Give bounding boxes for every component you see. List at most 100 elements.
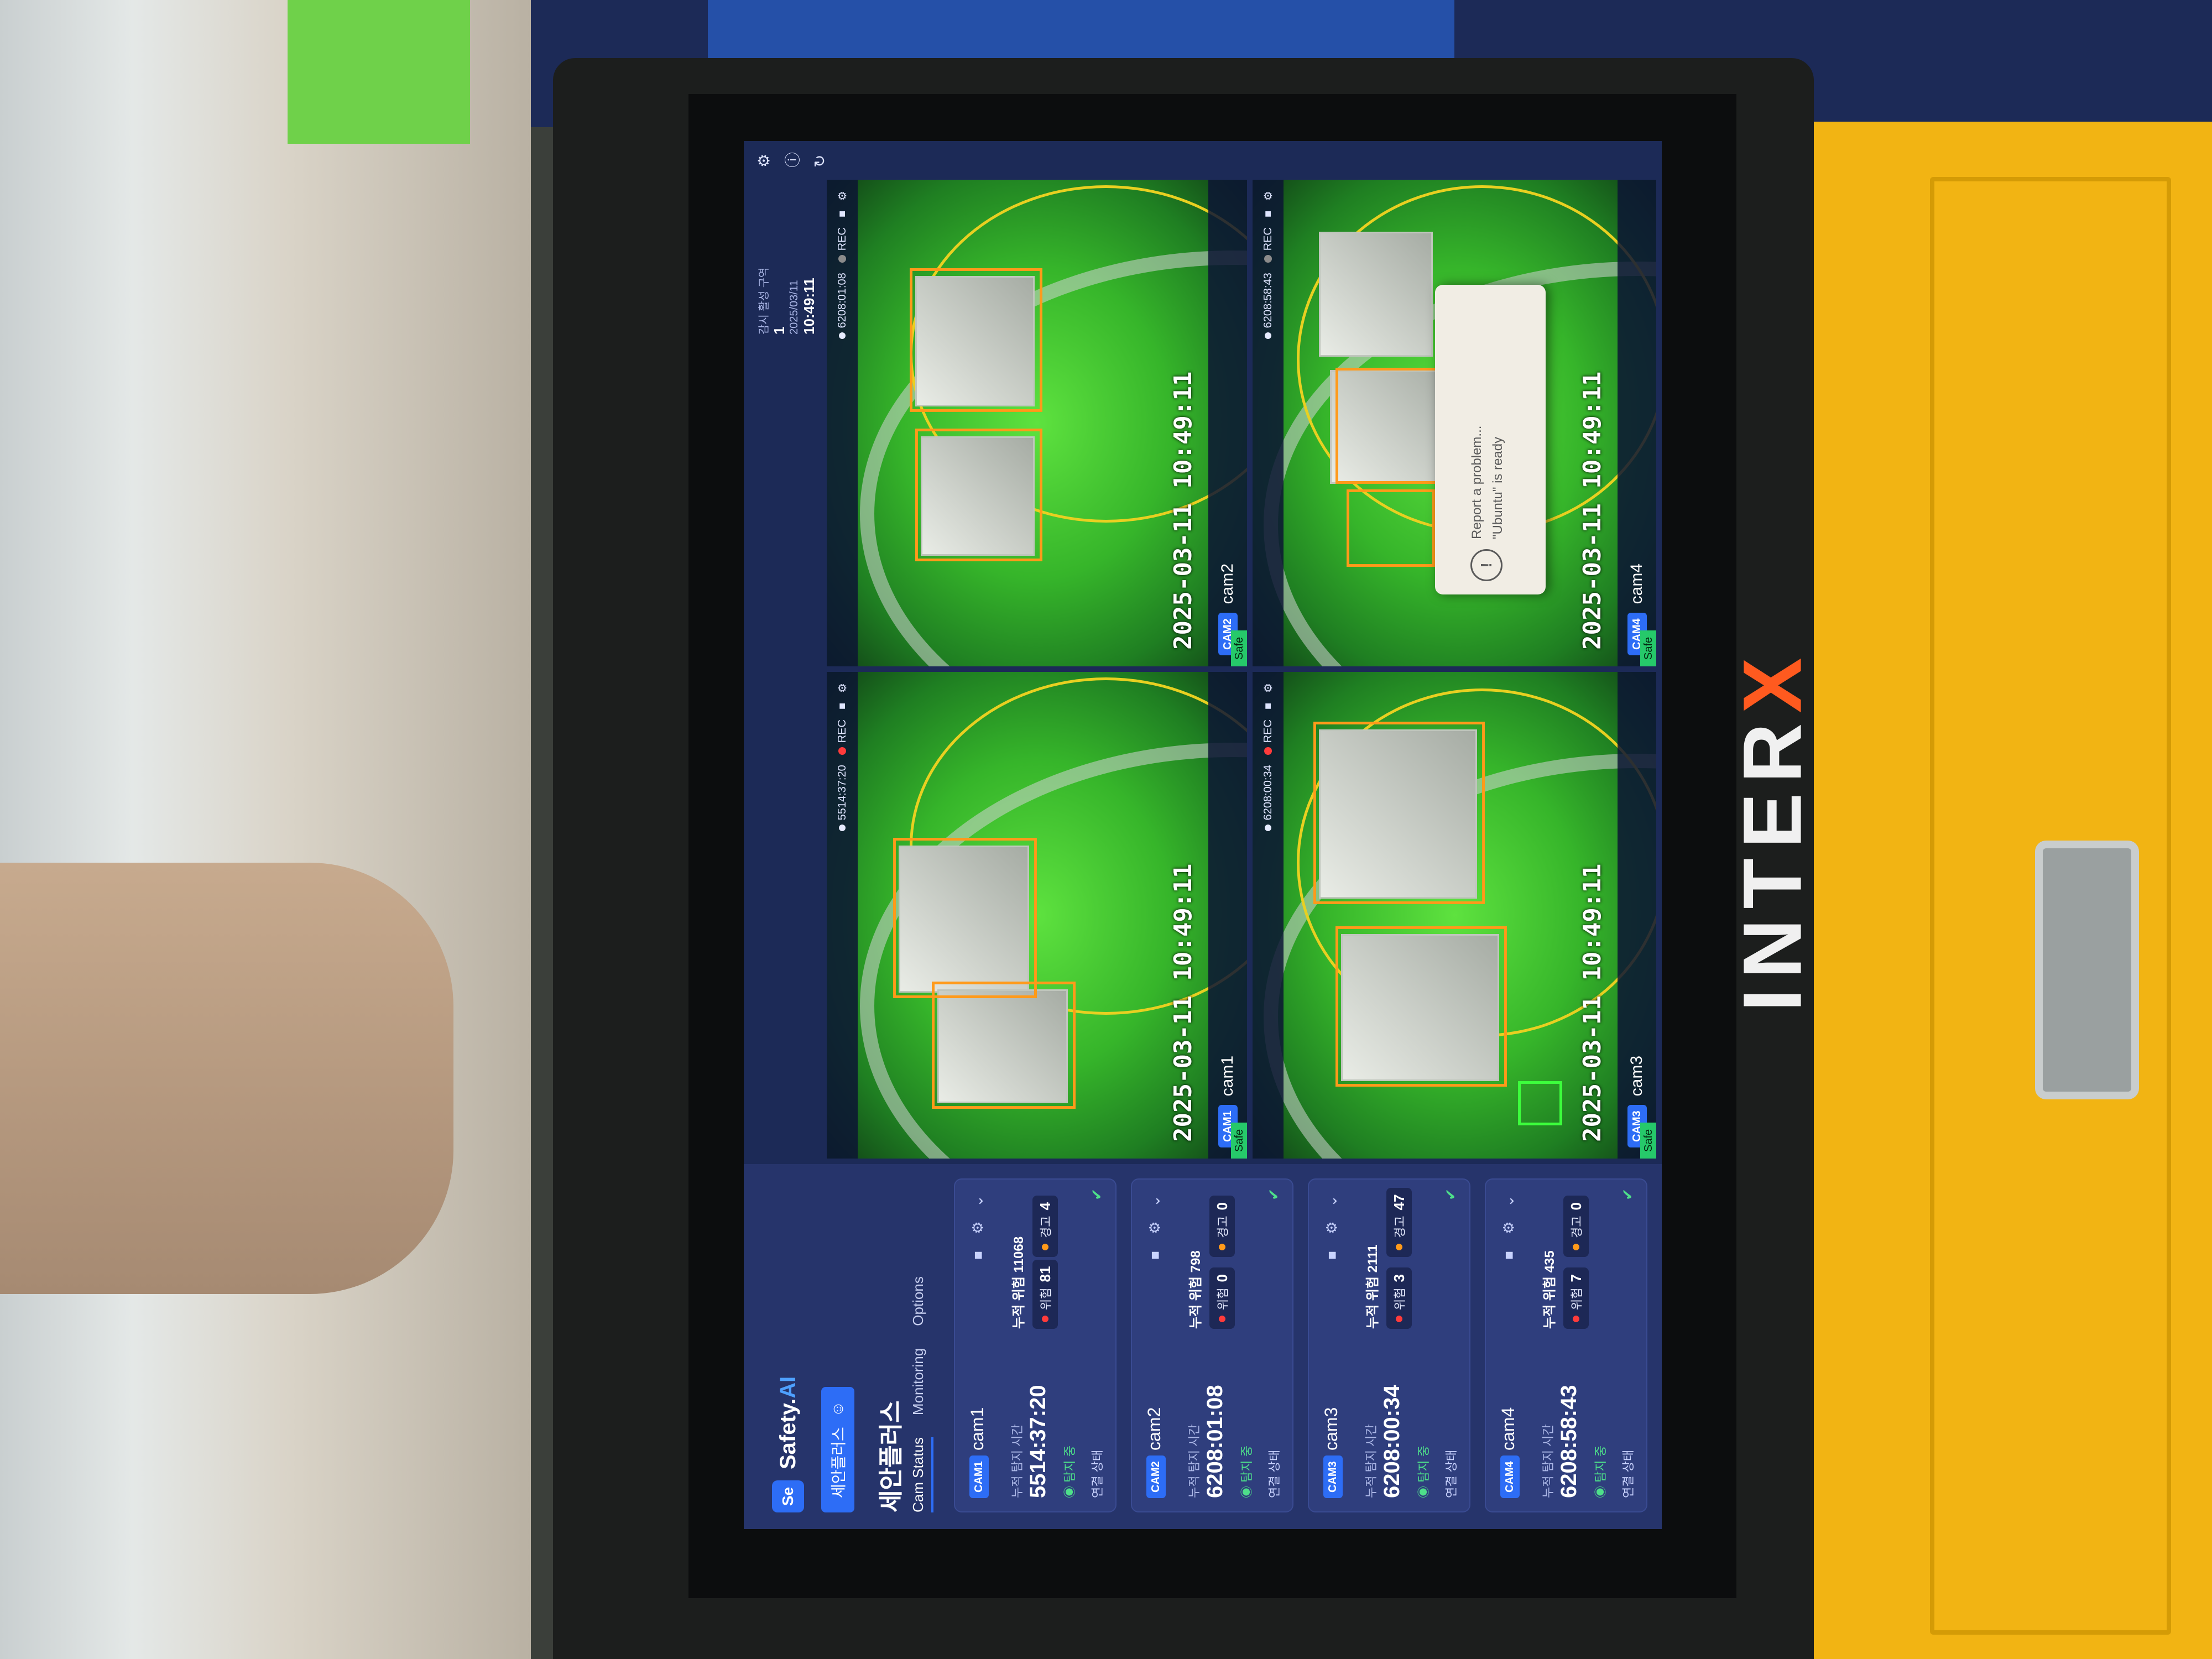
gear-icon[interactable]: ⚙ — [836, 683, 849, 693]
detection-time-label: 누적 탐지 시간 — [1541, 1424, 1555, 1498]
tab-monitoring[interactable]: Monitoring — [910, 1348, 933, 1415]
warning-count: 경고 0 — [1209, 1196, 1235, 1257]
detection-box — [1335, 926, 1507, 1087]
camera-name: cam1 — [1218, 1055, 1237, 1097]
help-icon[interactable]: ⓘ — [781, 152, 803, 168]
folder-icon[interactable]: ■ — [1262, 211, 1275, 217]
danger-count: 위험 81 — [1032, 1259, 1058, 1329]
sidebar: Se Safety.AI 세안플러스 ☺ 세안플러스 Cam Status Mo… — [744, 1164, 1662, 1529]
video-feed-cam3[interactable]: 6208:00:34 REC ■ ⚙ 2025-03-11 10:49:11 C… — [1253, 672, 1656, 1159]
rec-indicator: REC — [1262, 227, 1275, 263]
detection-box — [915, 429, 1042, 561]
background-green-panel — [288, 0, 470, 144]
warning-count: 경고 47 — [1386, 1187, 1412, 1257]
safe-status-badge: Safe — [1231, 1122, 1247, 1159]
detection-status: ◉ 탐지 중 — [1063, 1446, 1077, 1498]
gear-icon[interactable]: ⚙ — [1322, 1218, 1341, 1237]
detection-time-label: 누적 탐지 시간 — [1187, 1424, 1201, 1498]
warning-count: 경고 0 — [1563, 1196, 1589, 1257]
app-name: Safety.AI — [775, 1376, 800, 1469]
cumulative-risk: 누적 위험 435 — [1542, 1250, 1557, 1329]
monitor-brand-logo: INTERX — [1725, 647, 1819, 1012]
camera-name: cam4 — [1627, 563, 1646, 604]
camera-tag: CAM1 — [969, 1455, 989, 1498]
user-icon: ☺ — [829, 1401, 846, 1417]
gear-icon[interactable]: ⚙ — [1261, 683, 1275, 693]
app-window: Se Safety.AI 세안플러스 ☺ 세안플러스 Cam Status Mo… — [744, 141, 1662, 1529]
camera-tag: CAM4 — [1500, 1455, 1520, 1498]
camera-tag: CAM3 — [1323, 1455, 1343, 1498]
detection-time: 5514:37:20 — [1026, 1385, 1050, 1498]
gear-icon[interactable]: ⚙ — [1145, 1218, 1164, 1237]
gear-icon[interactable]: ⚙ — [836, 191, 849, 201]
check-icon: ✔ — [1619, 1188, 1636, 1201]
cumulative-risk: 누적 위험 11068 — [1011, 1236, 1026, 1329]
video-timer: 6208:00:34 — [1262, 765, 1275, 832]
tab-options[interactable]: Options — [910, 1276, 933, 1326]
camera-name: cam2 — [1218, 563, 1237, 604]
camera-card[interactable]: CAM1 cam1 ■ ⚙ ⌄ 누적 탐지 시간 5514:37:20 ◉ 탐지… — [954, 1178, 1117, 1512]
folder-icon[interactable]: ■ — [1145, 1246, 1164, 1265]
notification-line-1[interactable]: Report a problem... — [1469, 426, 1485, 539]
rec-indicator: REC — [836, 719, 849, 755]
gear-icon[interactable]: ⚙ — [1261, 191, 1275, 201]
camera-card[interactable]: CAM4 cam4 ■ ⚙ ⌄ 누적 탐지 시간 6208:58:43 ◉ 탐지… — [1485, 1178, 1647, 1512]
folder-icon[interactable]: ■ — [1322, 1246, 1341, 1265]
video-timer: 6208:01:08 — [836, 273, 849, 340]
detection-box — [932, 982, 1076, 1109]
detection-time-label: 누적 탐지 시간 — [1010, 1424, 1024, 1498]
detection-status: ◉ 탐지 중 — [1417, 1446, 1431, 1498]
safe-status-badge: Safe — [1231, 630, 1247, 666]
camera-name: cam3 — [1627, 1055, 1646, 1097]
folder-icon[interactable]: ■ — [836, 703, 849, 709]
app-logo: Se — [772, 1480, 804, 1512]
connection-status: 연결 상태 ✔ — [1265, 1188, 1282, 1498]
connection-status: 연결 상태 ✔ — [1088, 1188, 1105, 1498]
header-time: 10:49:11 — [801, 278, 817, 335]
check-icon: ✔ — [1265, 1188, 1282, 1201]
safe-status-badge: Safe — [1640, 1122, 1656, 1159]
detection-box — [910, 268, 1042, 412]
alert-icon: ! — [1470, 549, 1503, 581]
gear-icon[interactable]: ⚙ — [1499, 1218, 1518, 1237]
notification-line-2: "Ubuntu" is ready — [1490, 436, 1505, 539]
chevron-down-icon[interactable]: ⌄ — [1322, 1192, 1341, 1211]
camera-card[interactable]: CAM3 cam3 ■ ⚙ ⌄ 누적 탐지 시간 6208:00:34 ◉ 탐지… — [1308, 1178, 1470, 1512]
camera-name: cam3 — [1321, 1407, 1341, 1451]
counter-value: 1 — [771, 326, 787, 335]
refresh-icon[interactable]: ↻ — [811, 152, 829, 168]
camera-name: cam4 — [1498, 1407, 1518, 1451]
tab-cam-status[interactable]: Cam Status — [910, 1437, 933, 1512]
connection-status: 연결 상태 ✔ — [1619, 1188, 1636, 1498]
connection-status: 연결 상태 ✔ — [1442, 1188, 1459, 1498]
header-icons: ⚙ ⓘ ↻ — [755, 152, 829, 168]
company-button[interactable]: 세안플러스 ☺ — [821, 1386, 854, 1512]
check-icon: ✔ — [1088, 1188, 1105, 1201]
check-icon: ✔ — [1442, 1188, 1459, 1201]
gear-icon[interactable]: ⚙ — [755, 152, 773, 168]
detection-status: ◉ 탐지 중 — [1594, 1446, 1608, 1498]
detection-time: 6208:58:43 — [1557, 1385, 1581, 1498]
video-timer: 5514:37:20 — [836, 765, 849, 832]
folder-icon[interactable]: ■ — [968, 1246, 987, 1265]
app-brand: Se Safety.AI — [766, 1376, 810, 1512]
page-title: 세안플러스 — [878, 1400, 905, 1512]
video-feed-cam2[interactable]: 6208:01:08 REC ■ ⚙ 2025-03-11 10:49:11 C… — [827, 180, 1247, 666]
detection-box — [1335, 368, 1452, 484]
background-machinery — [0, 0, 531, 1659]
tab-bar: Cam Status Monitoring Options — [910, 1276, 933, 1512]
system-notification[interactable]: ! Report a problem... "Ubuntu" is ready — [1435, 285, 1546, 594]
chevron-down-icon[interactable]: ⌄ — [1145, 1192, 1164, 1211]
header-date: 2025/03/11 — [788, 280, 800, 335]
folder-icon[interactable]: ■ — [1499, 1246, 1518, 1265]
video-feed-cam1[interactable]: 5514:37:20 REC ■ ⚙ 2025-03-11 10:49:11 C… — [827, 672, 1247, 1159]
video-timestamp: 2025-03-11 10:49:11 — [1578, 371, 1606, 650]
folder-icon[interactable]: ■ — [1262, 703, 1275, 709]
folder-icon[interactable]: ■ — [836, 211, 849, 217]
chevron-down-icon[interactable]: ⌄ — [1499, 1192, 1518, 1211]
chevron-down-icon[interactable]: ⌄ — [968, 1192, 987, 1211]
camera-card[interactable]: CAM2 cam2 ■ ⚙ ⌄ 누적 탐지 시간 6208:01:08 ◉ 탐지… — [1131, 1178, 1293, 1512]
safe-status-badge: Safe — [1640, 630, 1656, 666]
gear-icon[interactable]: ⚙ — [968, 1218, 987, 1237]
background-hopper — [0, 863, 453, 1294]
